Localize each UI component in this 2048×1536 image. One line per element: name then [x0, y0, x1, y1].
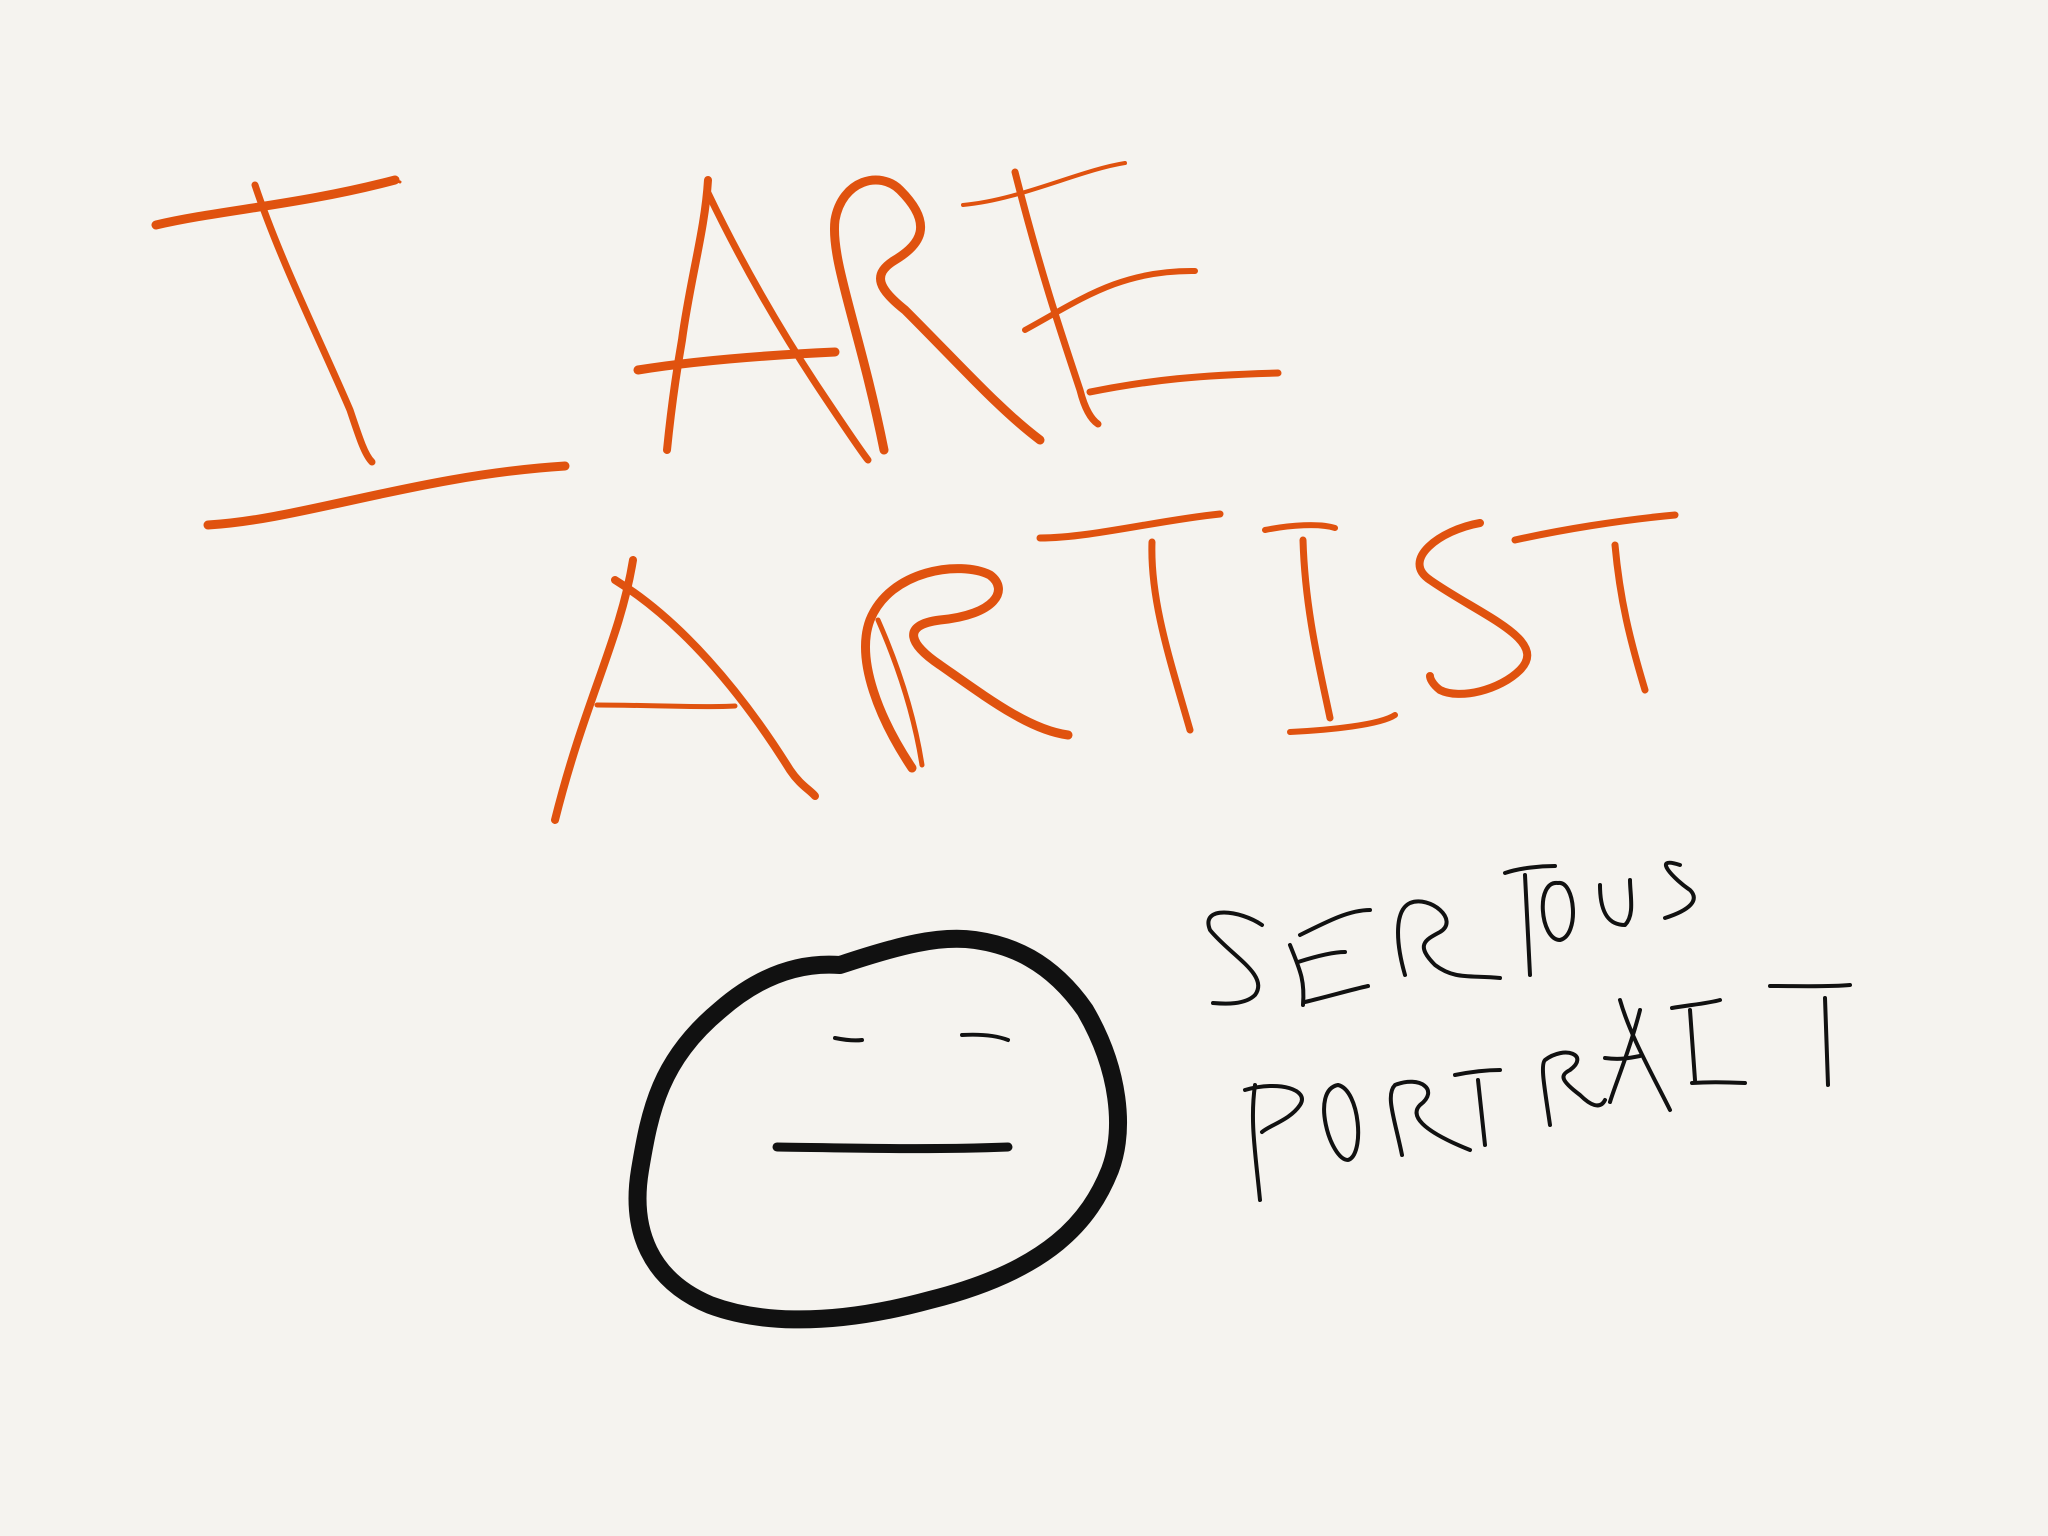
caption-line1-handwriting [1206, 860, 1696, 1007]
drawing-canvas: I ARE ARTIST SERIOUS PORTRAIT [0, 0, 2048, 1536]
left-eye [833, 1036, 864, 1043]
mouth [772, 1142, 1013, 1154]
letter-s [1415, 519, 1532, 698]
letter-e [961, 161, 1282, 428]
right-eye [960, 1032, 1010, 1042]
sketch-svg [151, 161, 1852, 1329]
face-outline [628, 929, 1127, 1329]
letter-t [1036, 510, 1224, 734]
letter-a2 [551, 556, 819, 824]
letter-r2 [861, 564, 1073, 773]
portrait-face [628, 929, 1127, 1329]
headline-line2-handwriting [551, 510, 1679, 824]
caption-handwriting [1206, 860, 1852, 1202]
letter-t2 [1511, 511, 1679, 694]
caption-line2-handwriting [1243, 983, 1852, 1202]
headline-line1-handwriting [151, 161, 1282, 530]
letter-i [151, 175, 570, 530]
letter-r [829, 175, 1045, 455]
letter-i2 [1262, 522, 1398, 735]
